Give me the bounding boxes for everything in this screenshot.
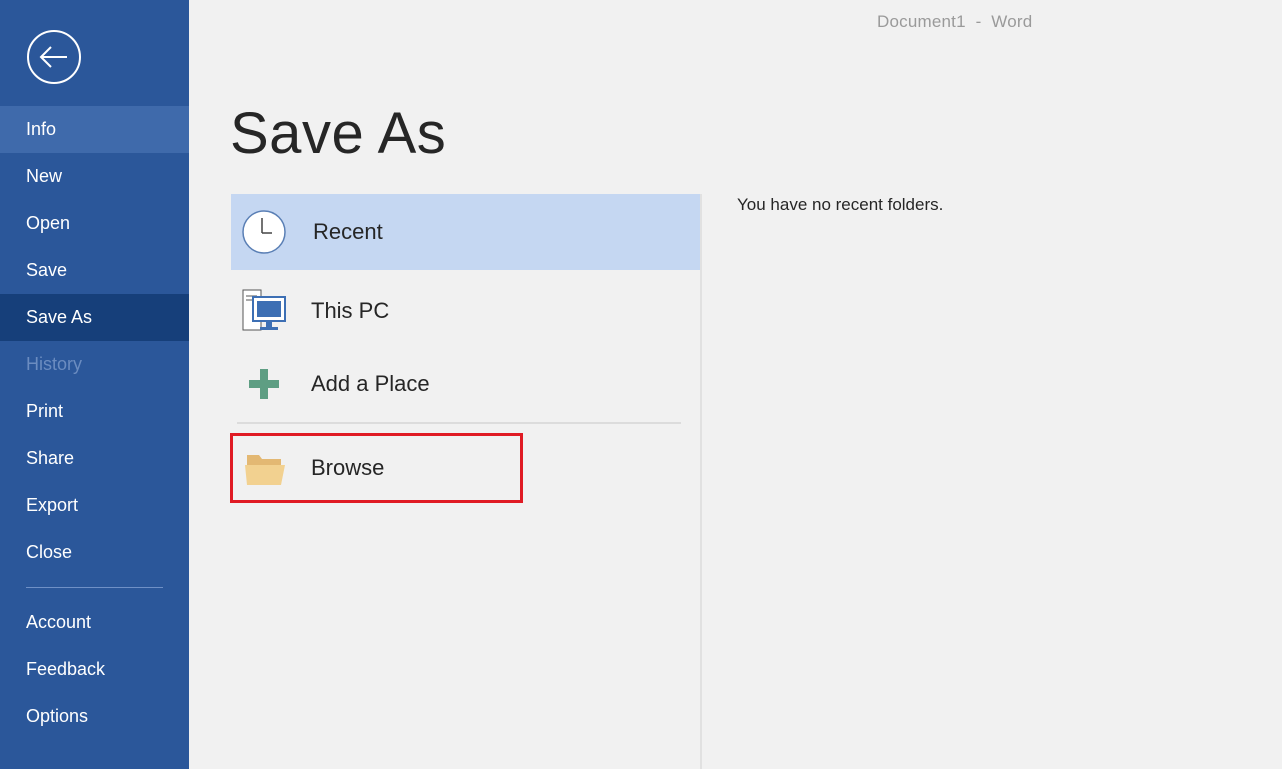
back-button[interactable] <box>26 29 82 85</box>
nav-share[interactable]: Share <box>0 435 189 482</box>
sidebar-divider <box>26 587 163 588</box>
nav-save-as[interactable]: Save As <box>0 294 189 341</box>
nav-new[interactable]: New <box>0 153 189 200</box>
back-arrow-icon <box>27 30 81 84</box>
nav-history: History <box>26 354 83 374</box>
nav-close[interactable]: Close <box>0 529 189 576</box>
browse-label: Browse <box>311 455 385 480</box>
backstage-sidebar: Info New Open Save Save As History Print… <box>0 0 189 769</box>
location-recent-label: Recent <box>313 219 383 244</box>
clock-icon <box>242 210 286 254</box>
nav-account[interactable]: Account <box>0 599 189 646</box>
nav-print[interactable]: Print <box>0 388 189 435</box>
nav-info[interactable]: Info <box>0 106 189 153</box>
panel-divider <box>700 194 702 769</box>
folder-icon <box>245 455 285 485</box>
location-add-place[interactable]: Add a Place <box>231 351 700 417</box>
nav-export[interactable]: Export <box>0 482 189 529</box>
nav-open[interactable]: Open <box>0 200 189 247</box>
browse-button[interactable]: Browse <box>230 433 523 503</box>
page-title: Save As <box>230 101 447 166</box>
nav-feedback[interactable]: Feedback <box>0 646 189 693</box>
window-title: Document1 - Word <box>877 12 1033 31</box>
location-this-pc[interactable]: This PC <box>231 278 700 344</box>
computer-icon <box>242 289 286 331</box>
location-recent[interactable]: Recent <box>231 194 700 270</box>
recent-folders-message: You have no recent folders. <box>737 195 944 214</box>
location-this-pc-label: This PC <box>311 298 390 323</box>
nav-options[interactable]: Options <box>0 693 189 740</box>
location-add-place-label: Add a Place <box>311 371 430 396</box>
nav-save[interactable]: Save <box>0 247 189 294</box>
plus-icon <box>249 369 279 399</box>
locations-divider <box>237 422 681 424</box>
